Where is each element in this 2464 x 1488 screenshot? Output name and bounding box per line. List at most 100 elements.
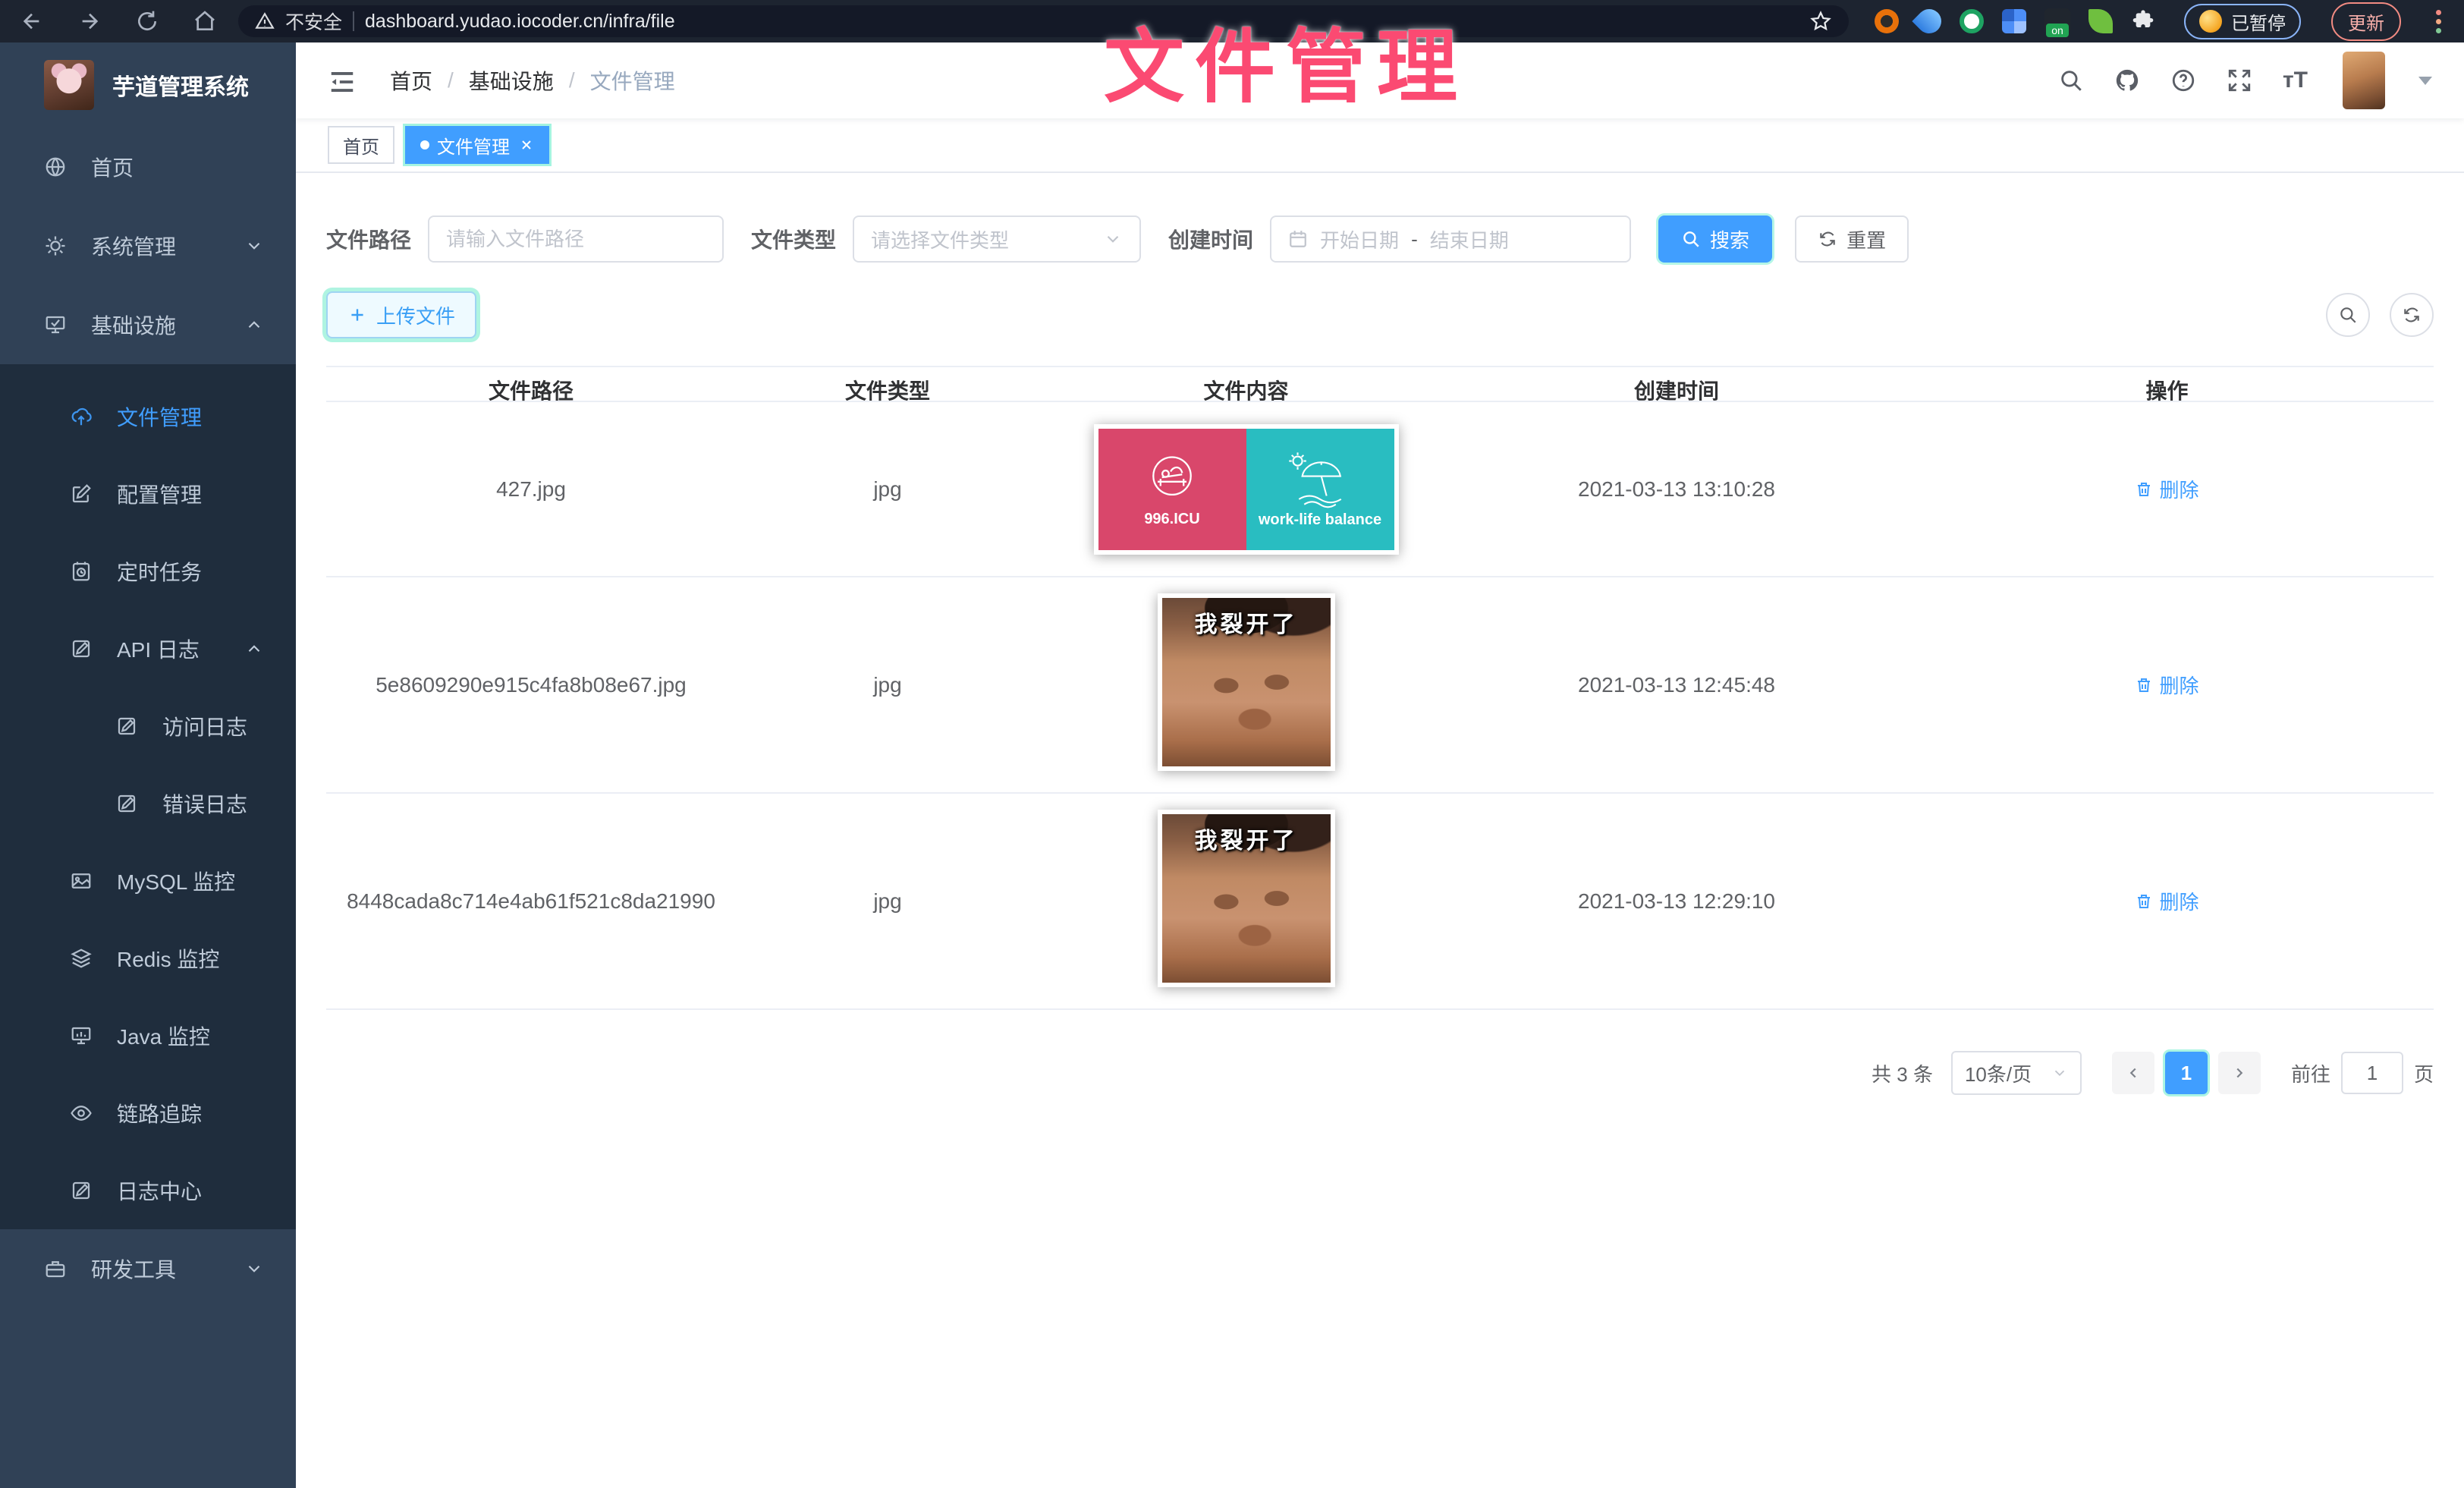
- extension-drop-icon[interactable]: [1912, 4, 1946, 38]
- top-navbar: 首页 / 基础设施 / 文件管理 тT: [296, 42, 2464, 118]
- update-button[interactable]: 更新: [2331, 2, 2401, 41]
- next-page-button[interactable]: [2218, 1052, 2261, 1094]
- path-field: [428, 215, 724, 263]
- sidebar-item-error-log[interactable]: 错误日志: [0, 765, 296, 842]
- chevron-down-icon: [244, 236, 264, 256]
- sidebar-item-label: 基础设施: [91, 310, 176, 340]
- calendar-icon: [1288, 229, 1308, 249]
- back-icon[interactable]: [20, 9, 44, 33]
- sidebar-item-label: 访问日志: [162, 711, 247, 741]
- sidebar-item-dev-tools[interactable]: 研发工具: [0, 1229, 296, 1308]
- sidebar-item-java-monitor[interactable]: Java 监控: [0, 997, 296, 1074]
- file-preview-image[interactable]: 我裂开了: [1158, 593, 1335, 771]
- edit-icon: [70, 483, 93, 505]
- hamburger-icon[interactable]: [328, 68, 357, 93]
- baby-meme-image: 我裂开了: [1162, 598, 1331, 766]
- breadcrumb-home[interactable]: 首页: [390, 65, 432, 96]
- fullscreen-icon[interactable]: [2227, 68, 2252, 93]
- bookmark-star-icon[interactable]: [1809, 10, 1832, 33]
- goto-page: 前往 页: [2291, 1052, 2434, 1094]
- extension-grid-icon[interactable]: [2002, 9, 2026, 33]
- extension-leaf-icon[interactable]: [2088, 9, 2113, 33]
- user-avatar[interactable]: [2343, 52, 2385, 109]
- file-preview-image[interactable]: 我裂开了: [1158, 810, 1335, 987]
- schedule-icon: [70, 560, 93, 583]
- sidebar-item-scheduled-jobs[interactable]: 定时任务: [0, 533, 296, 610]
- table-tools: [2326, 293, 2434, 337]
- col-file-content: 文件内容: [1199, 367, 1293, 413]
- sidebar-item-config-manage[interactable]: 配置管理: [0, 455, 296, 533]
- extensions-row: on 已暂停 更新: [1875, 2, 2444, 41]
- date-range-picker[interactable]: 开始日期 - 结束日期: [1270, 215, 1631, 263]
- delete-button[interactable]: 删除: [2135, 475, 2198, 503]
- sidebar-item-label: 首页: [91, 152, 134, 182]
- path-input[interactable]: [446, 228, 704, 251]
- logo-avatar: [44, 60, 94, 110]
- extension-on-icon[interactable]: on: [2044, 8, 2070, 34]
- active-dot-icon: [420, 140, 429, 149]
- monitor-icon: [44, 313, 67, 336]
- delete-button[interactable]: 删除: [2135, 671, 2198, 699]
- prev-page-button[interactable]: [2112, 1052, 2154, 1094]
- app-logo[interactable]: 芋道管理系统: [0, 42, 296, 127]
- reset-button[interactable]: 重置: [1795, 215, 1909, 263]
- refresh-table-button[interactable]: [2390, 293, 2434, 337]
- github-icon[interactable]: [2114, 68, 2140, 93]
- sidebar-item-log-center[interactable]: 日志中心: [0, 1152, 296, 1229]
- chevron-down-icon: [244, 1259, 264, 1279]
- sidebar-item-mysql-monitor[interactable]: MySQL 监控: [0, 842, 296, 920]
- search-icon[interactable]: [2058, 68, 2084, 93]
- time-label: 创建时间: [1168, 224, 1253, 254]
- file-path-cell: 8448cada8c714e4ab61f521c8da21990: [342, 882, 720, 921]
- file-content-cell: 996.ICU work-life balance: [1089, 417, 1403, 562]
- extension-check-icon[interactable]: [1960, 9, 1984, 33]
- main-area: 首页 / 基础设施 / 文件管理 тT 首页 文件管理: [296, 42, 2464, 1488]
- extension-gear-icon[interactable]: [1875, 9, 1899, 33]
- home-icon[interactable]: [193, 9, 217, 33]
- extensions-puzzle-icon[interactable]: [2131, 9, 2155, 33]
- forward-icon[interactable]: [77, 9, 102, 33]
- sidebar-item-file-manage[interactable]: 文件管理: [0, 378, 296, 455]
- end-date-placeholder: 结束日期: [1430, 225, 1509, 253]
- upload-file-button[interactable]: 上传文件: [326, 291, 476, 338]
- sidebar-item-redis-monitor[interactable]: Redis 监控: [0, 920, 296, 997]
- search-button[interactable]: 搜索: [1658, 215, 1772, 263]
- reload-icon[interactable]: [135, 9, 159, 33]
- plus-icon: [347, 305, 367, 325]
- sidebar-item-home[interactable]: 首页: [0, 127, 296, 206]
- profile-avatar-icon: [2199, 10, 2222, 33]
- tab-home[interactable]: 首页: [328, 126, 394, 164]
- goto-page-input[interactable]: [2341, 1052, 2403, 1094]
- file-type-cell: jpg: [869, 882, 906, 921]
- sidebar-item-access-log[interactable]: 访问日志: [0, 687, 296, 765]
- dot: [2436, 28, 2441, 33]
- type-select[interactable]: 请选择文件类型: [853, 215, 1141, 263]
- sidebar-item-label: 错误日志: [162, 788, 247, 819]
- on-badge: on: [2046, 24, 2069, 37]
- browser-menu-icon[interactable]: [2433, 7, 2444, 36]
- profile-paused-pill[interactable]: 已暂停: [2184, 4, 2301, 39]
- file-path-cell: 427.jpg: [492, 470, 570, 509]
- file-preview-image[interactable]: 996.ICU work-life balance: [1094, 424, 1399, 555]
- sidebar-item-infra[interactable]: 基础设施: [0, 285, 296, 364]
- page-1-button[interactable]: 1: [2165, 1052, 2208, 1094]
- chevron-down-icon: [1103, 229, 1123, 249]
- address-bar[interactable]: 不安全 dashboard.yudao.iocoder.cn/infra/fil…: [238, 5, 1849, 37]
- close-icon[interactable]: [519, 137, 534, 153]
- help-icon[interactable]: [2170, 68, 2196, 93]
- sidebar-item-system[interactable]: 系统管理: [0, 206, 296, 285]
- trash-icon: [2135, 892, 2153, 911]
- type-placeholder: 请选择文件类型: [871, 225, 1009, 253]
- tab-file-manage[interactable]: 文件管理: [405, 126, 549, 164]
- caret-down-icon[interactable]: [2418, 77, 2432, 85]
- sidebar-item-tracing[interactable]: 链路追踪: [0, 1074, 296, 1152]
- delete-button[interactable]: 删除: [2135, 887, 2198, 915]
- breadcrumb-infra[interactable]: 基础设施: [469, 65, 554, 96]
- infra-submenu: 文件管理 配置管理 定时任务 API 日志 访问日志 错误日志: [0, 364, 296, 1229]
- font-size-icon[interactable]: тT: [2283, 68, 2308, 93]
- table-row: 8448cada8c714e4ab61f521c8da21990 jpg 我裂开…: [326, 794, 2434, 1010]
- toggle-search-button[interactable]: [2326, 293, 2370, 337]
- page-size-select[interactable]: 10条/页: [1951, 1051, 2082, 1095]
- sidebar-item-api-log[interactable]: API 日志: [0, 610, 296, 687]
- dot: [2436, 10, 2441, 15]
